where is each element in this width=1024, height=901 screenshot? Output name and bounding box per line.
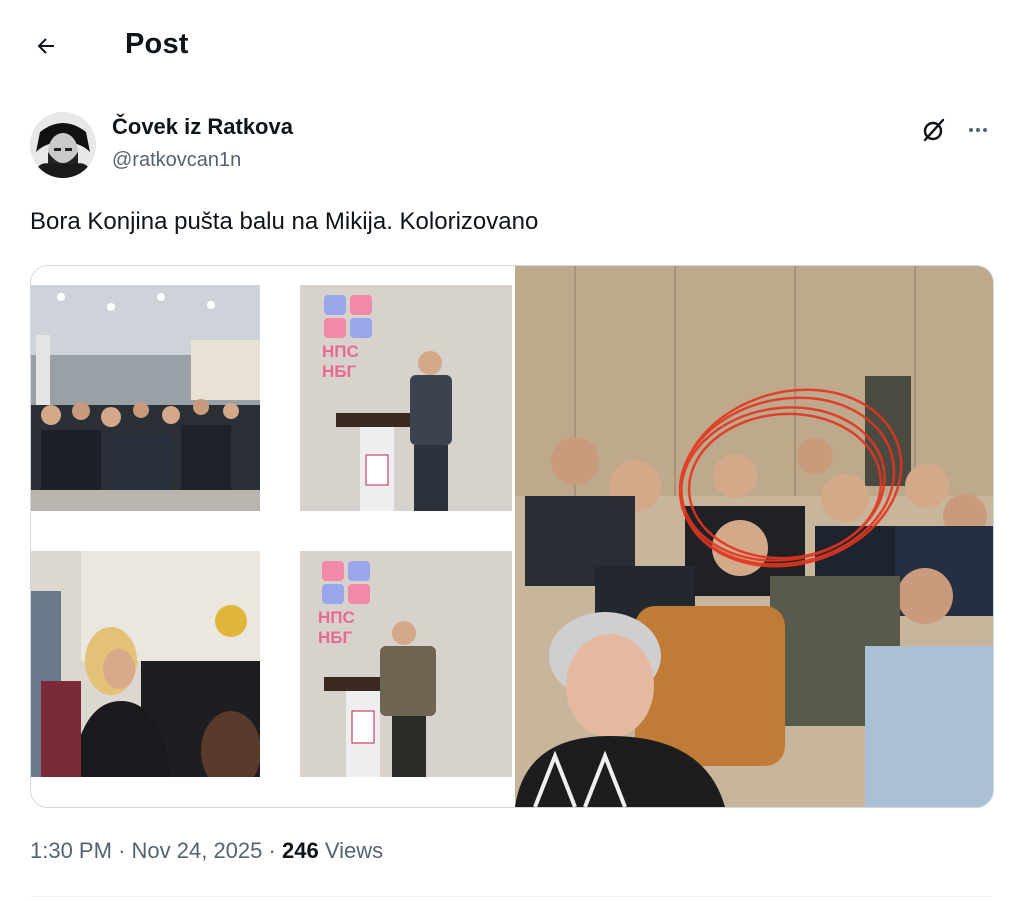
post-date[interactable]: Nov 24, 2025 [132,838,263,863]
divider [30,896,992,897]
speaker-photo-2: НПС НБГ [300,551,512,777]
more-icon [969,128,987,132]
back-button[interactable] [26,26,66,66]
crowd-photo[interactable] [515,266,993,807]
page-title: Post [125,28,189,60]
audience-photo [31,285,260,511]
grok-icon [923,118,945,142]
author-name[interactable]: Čovek iz Ratkova [112,114,293,140]
post-time[interactable]: 1:30 PM [30,838,112,863]
post-meta: 1:30 PM · Nov 24, 2025 · 246 Views [30,838,383,864]
post-text: Bora Konjina pušta balu na Mikija. Kolor… [30,208,539,235]
views-label: Views [324,838,384,863]
collage-image[interactable]: НПС НБГ НПС НБГ [31,266,513,807]
sign-line1-2: НПС [318,608,355,627]
sign-line2-2: НБГ [318,628,352,647]
sign-line1-1: НПС [322,342,359,361]
back-arrow-icon [37,38,54,54]
views-count: 246 [281,838,319,863]
more-button[interactable] [960,112,996,148]
audience-photo-2 [31,551,260,777]
avatar-image [30,112,96,178]
grok-button[interactable] [916,112,952,148]
speaker-photo-1: НПС НБГ [300,285,512,511]
header: Post [0,0,1024,92]
meta-separator-2: · [268,838,276,863]
avatar[interactable] [30,112,96,178]
meta-separator-1: · [118,838,126,863]
post-media: НПС НБГ НПС НБГ [30,265,994,808]
author-handle[interactable]: @ratkovcan1n [112,149,241,172]
sign-line2-1: НБГ [322,362,356,381]
